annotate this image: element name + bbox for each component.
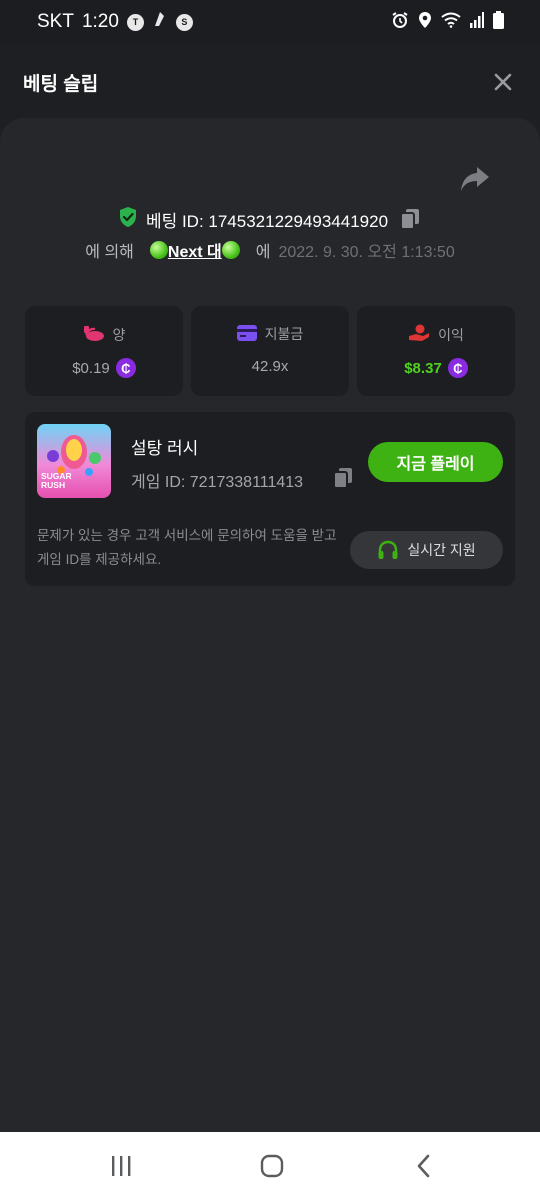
green-ball-icon [221,241,240,259]
copy-icon [333,468,352,489]
green-ball-icon [149,241,168,259]
game-card: SUGAR RUSH 설탕 러시 게임 ID: 7217338111413 지금… [25,412,515,586]
talk-icon: T [126,13,144,31]
stat-label-row: 지불금 [191,324,349,344]
clock: 1:20 [81,11,119,32]
by-label: 에 의해 [85,244,134,261]
page-title: 베팅 슬립 [23,74,99,95]
stat-label-row: 이익 [357,324,515,345]
custom-notification-icon [152,10,168,34]
copy-bet-id-button[interactable] [400,208,422,230]
back-icon [417,1154,430,1178]
stat-value-row: 42.9x [191,358,349,375]
stat-value-row: $0.19 ₵ [25,358,183,378]
coin-icon: ₵ [115,358,136,378]
home-icon [260,1154,284,1178]
home-button[interactable] [258,1154,286,1178]
stat-value: 42.9x [251,358,289,375]
stat-value: $8.37 [404,359,442,377]
support-label: 실시간 지원 [407,542,476,558]
signal-icon [470,11,484,33]
recent-apps-button[interactable] [107,1154,135,1178]
card-icon [236,324,257,344]
status-right [391,10,504,34]
live-support-button[interactable]: 실시간 지원 [350,531,503,569]
stat-card-profit: 이익 $8.37 ₵ [357,306,515,396]
bet-slip-sheet: 베팅 ID: 1745321229493441920 에 의해 Next 대 에… [0,118,540,1132]
close-icon [494,73,512,91]
copy-game-id-button[interactable] [333,467,355,489]
status-left: SKT 1:20 T S [37,10,193,34]
bet-datetime: 2022. 9. 30. 오전 1:13:50 [278,244,455,261]
stat-value-row: $8.37 ₵ [357,358,515,378]
bet-amount-icon [83,324,105,345]
play-now-button[interactable]: 지금 플레이 [368,442,503,482]
carrier-label: SKT [37,11,74,32]
status-bar: SKT 1:20 T S [0,0,540,44]
username: Next 대 [167,244,222,261]
android-nav-bar [0,1132,540,1200]
share-icon [461,167,489,191]
location-icon [418,11,432,34]
game-id-text: 게임 ID: 7217338111413 [131,474,304,491]
bet-id-text: 베팅 ID: 1745321229493441920 [145,211,389,231]
share-button[interactable] [460,166,494,196]
back-button[interactable] [410,1154,438,1178]
game-name: 설탕 러시 [131,439,199,458]
battery-icon [493,10,504,34]
user-link[interactable]: Next 대 [149,238,240,262]
recent-apps-icon [112,1156,131,1176]
stat-card-payout: 지불금 42.9x [191,306,349,396]
shield-check-icon [118,206,138,233]
wifi-icon [441,12,461,33]
close-button[interactable] [489,68,517,96]
bet-author-row: 에 의해 Next 대 에 2022. 9. 30. 오전 1:13:50 [0,238,540,262]
s-icon: S [175,13,193,31]
stat-value: $0.19 [72,359,110,377]
stat-card-amount: 양 $0.19 ₵ [25,306,183,396]
coin-icon: ₵ [447,358,468,378]
help-text: 문제가 있는 경우 고객 서비스에 문의하여 도움을 받고 게임 ID를 제공하… [37,528,337,567]
copy-icon [400,209,420,230]
game-thumbnail[interactable]: SUGAR RUSH [37,424,111,498]
stat-label: 이익 [438,326,464,343]
profit-hand-icon [408,324,430,345]
game-thumb-text: SUGAR RUSH [41,471,72,490]
header: 베팅 슬립 [0,44,540,118]
stat-label-row: 양 [25,324,183,345]
bet-id-row: 베팅 ID: 1745321229493441920 [0,206,540,232]
stat-label: 양 [112,326,126,343]
alarm-icon [391,11,409,34]
headset-icon [378,540,398,559]
at-label: 에 [255,244,271,261]
stat-label: 지불금 [264,326,304,342]
